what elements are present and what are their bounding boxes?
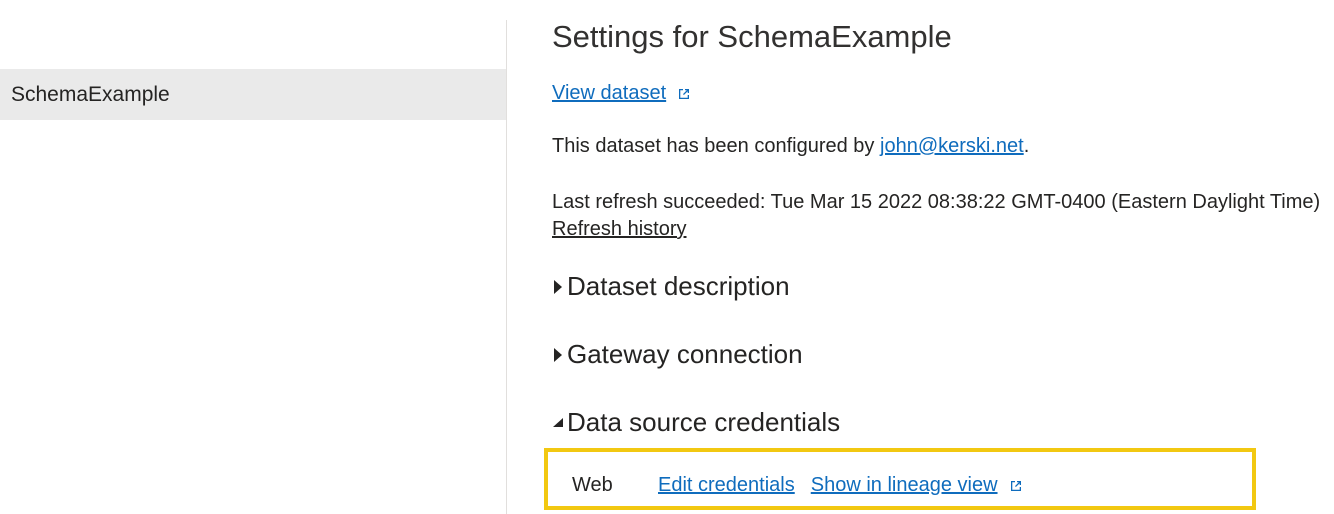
credential-type: Web [572,474,613,496]
external-link-icon[interactable] [1008,478,1024,494]
configured-by-suffix: . [1023,135,1030,157]
configured-by-email-link[interactable]: john@kerski.net [880,135,1024,157]
page-title: Settings for SchemaExample [552,19,952,54]
section-dataset-description-label: Dataset description [567,271,790,301]
configured-by-prefix: This dataset has been configured by [552,135,880,157]
view-dataset-link[interactable]: View dataset [552,82,666,104]
caret-down-icon [552,414,565,432]
section-gateway-connection-label: Gateway connection [567,339,803,369]
credential-row: Web Edit credentials Show in lineage vie… [572,474,1024,497]
section-data-source-credentials-label: Data source credentials [567,407,841,437]
refresh-history-link[interactable]: Refresh history [552,218,687,241]
configured-by-text: This dataset has been configured by john… [552,135,1029,158]
external-link-icon[interactable] [676,86,692,102]
section-dataset-description[interactable]: Dataset description [552,271,790,302]
settings-page: SchemaExample Settings for SchemaExample… [0,0,1334,514]
show-in-lineage-view-link[interactable]: Show in lineage view [811,474,998,497]
last-refresh-status: Last refresh succeeded: Tue Mar 15 2022 … [552,191,1321,213]
view-dataset-row: View dataset [552,82,692,105]
divider [506,20,507,514]
sidebar-item-schemaexample[interactable]: SchemaExample [0,69,506,120]
caret-right-icon [552,278,565,296]
edit-credentials-link[interactable]: Edit credentials [658,474,795,497]
sidebar: SchemaExample [0,0,506,514]
main-panel: Settings for SchemaExample View dataset … [544,0,1334,514]
caret-right-icon [552,346,565,364]
section-gateway-connection[interactable]: Gateway connection [552,339,803,370]
section-data-source-credentials[interactable]: Data source credentials [552,407,840,438]
